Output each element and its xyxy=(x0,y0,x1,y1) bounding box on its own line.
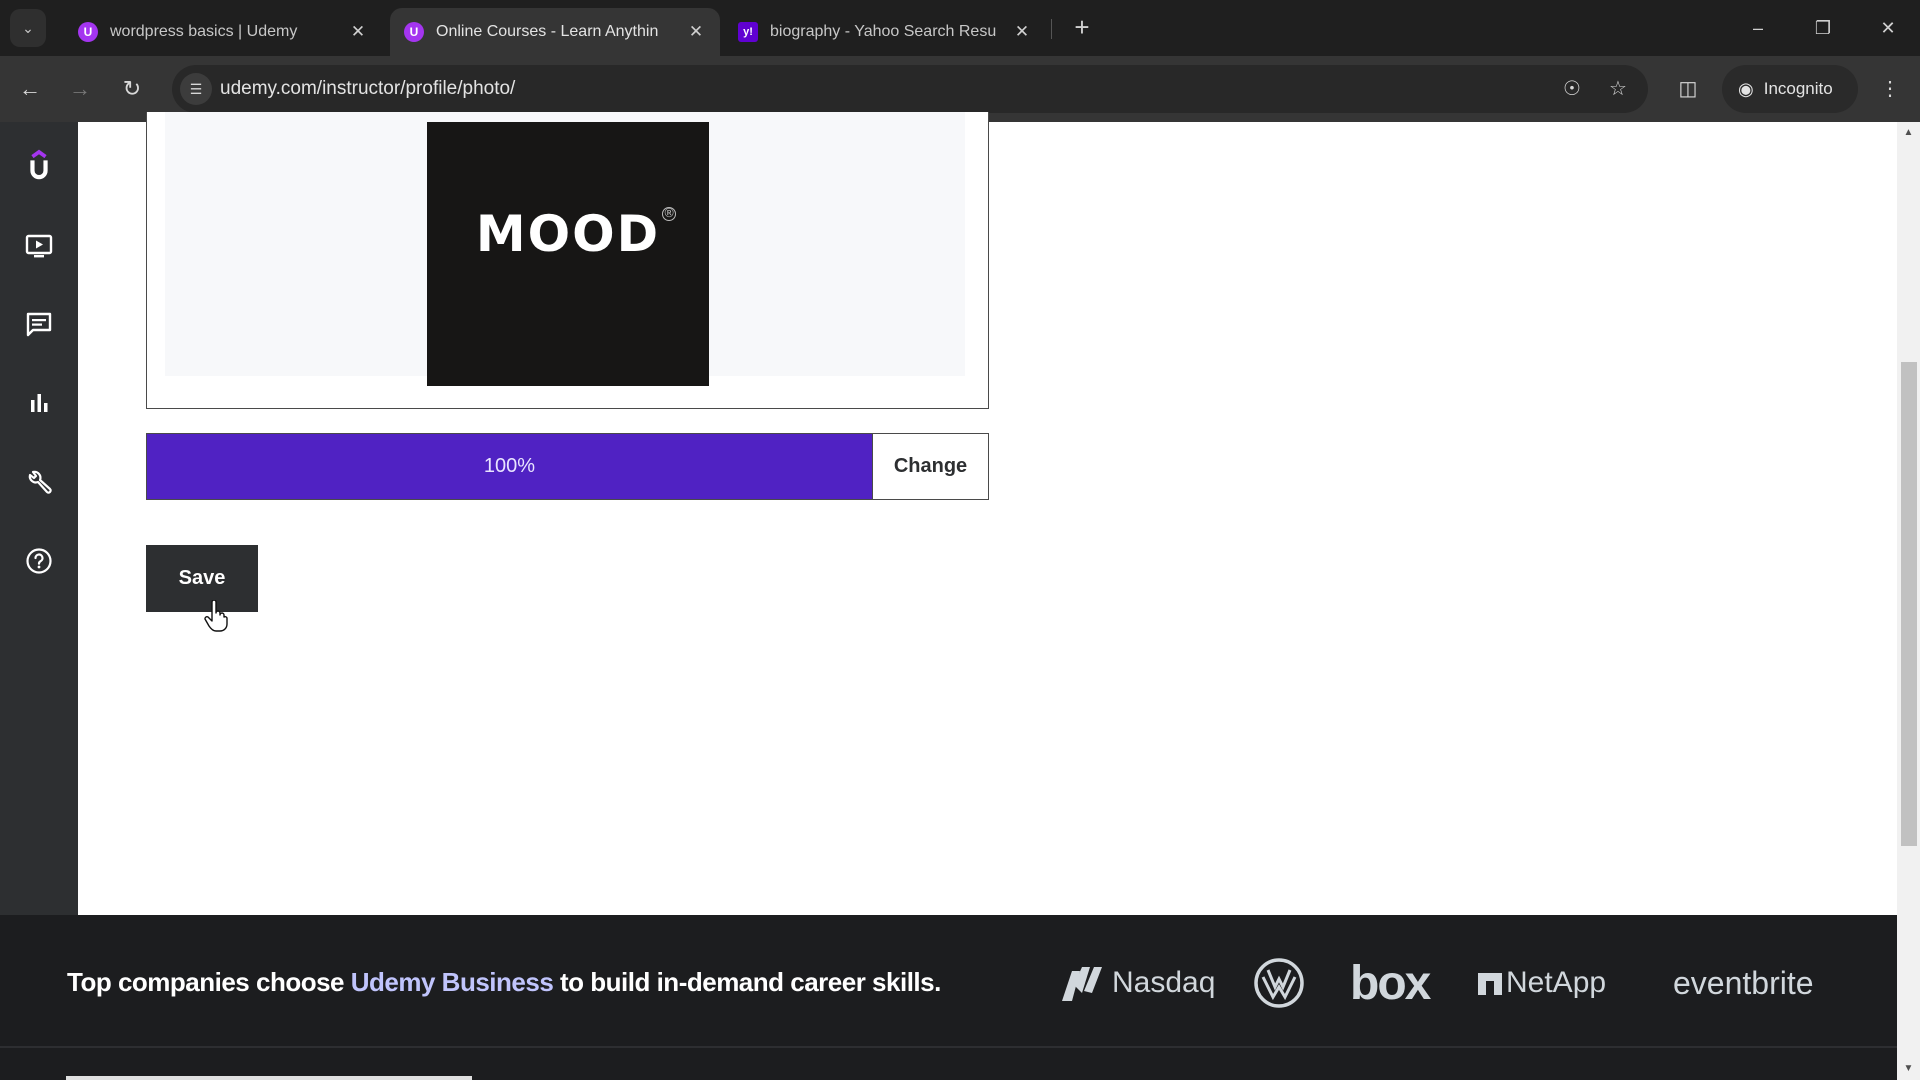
instructor-sidebar xyxy=(0,122,78,915)
footer-bottom-bar xyxy=(66,1076,472,1080)
footer-divider xyxy=(0,1046,1897,1048)
restore-button[interactable]: ❐ xyxy=(1805,12,1841,44)
help-circle-icon xyxy=(26,548,52,574)
tv-play-icon xyxy=(25,234,53,258)
site-settings-button[interactable]: ☰ xyxy=(180,73,212,105)
tab-separator xyxy=(1051,19,1052,39)
eye-off-icon: ☉ xyxy=(1563,78,1581,100)
close-tab-icon[interactable]: ✕ xyxy=(686,22,706,42)
browser-tab-wordpress-basics[interactable]: U wordpress basics | Udemy ✕ xyxy=(64,8,382,56)
address-bar[interactable]: ☰ udemy.com/instructor/profile/photo/ ☉ … xyxy=(172,65,1648,113)
close-tab-icon[interactable]: ✕ xyxy=(348,22,368,42)
chat-icon xyxy=(26,312,52,337)
browser-tab-online-courses[interactable]: U Online Courses - Learn Anythin ✕ xyxy=(390,8,720,56)
photo-crop-area[interactable]: MOOD ® xyxy=(165,112,965,386)
netapp-mark-icon xyxy=(1478,973,1502,995)
save-button[interactable]: Save xyxy=(146,545,258,612)
arrow-right-icon: → xyxy=(69,76,91,101)
more-vertical-icon: ⋮ xyxy=(1880,78,1900,100)
close-window-button[interactable]: ✕ xyxy=(1870,12,1906,44)
reload-button[interactable]: ↻ xyxy=(116,73,148,105)
photo-preview-frame: MOOD ® xyxy=(146,112,989,409)
scrollbar-thumb[interactable] xyxy=(1901,362,1917,846)
tab-title: wordpress basics | Udemy xyxy=(110,23,298,40)
chevron-down-icon: ⌄ xyxy=(22,19,34,36)
arrow-left-icon: ← xyxy=(19,76,41,101)
nasdaq-logo: Nasdaq xyxy=(1060,955,1215,1011)
wrench-icon xyxy=(28,470,52,494)
udemy-business-link[interactable]: Udemy Business xyxy=(351,967,554,997)
minimize-icon: – xyxy=(1752,18,1763,38)
side-panel-icon: ◫ xyxy=(1678,78,1698,100)
profile-photo-preview: MOOD ® xyxy=(427,122,709,386)
upload-progress-bar: 100% xyxy=(147,434,872,499)
scroll-up-arrow-icon[interactable]: ▲ xyxy=(1897,124,1920,142)
incognito-badge[interactable]: ◉ Incognito xyxy=(1722,65,1858,113)
eventbrite-logo: eventbrite xyxy=(1673,964,1814,1001)
footer-tagline: Top companies choose Udemy Business to b… xyxy=(67,967,941,997)
page-scrollbar[interactable]: ▲ ▼ xyxy=(1897,122,1920,1080)
bookmark-button[interactable]: ☆ xyxy=(1604,75,1632,103)
tracking-protection-button[interactable]: ☉ xyxy=(1558,75,1586,103)
restore-icon: ❐ xyxy=(1814,18,1832,38)
tab-title: biography - Yahoo Search Resu xyxy=(770,23,997,40)
nasdaq-mark-icon xyxy=(1062,967,1102,1001)
sidebar-item-communication[interactable] xyxy=(18,303,60,345)
bar-chart-icon xyxy=(31,394,48,412)
side-panel-button[interactable]: ◫ xyxy=(1672,73,1704,105)
sidebar-item-performance[interactable] xyxy=(18,382,60,424)
udemy-icon: U xyxy=(78,22,98,42)
yahoo-icon: y! xyxy=(738,22,758,42)
url-text[interactable]: udemy.com/instructor/profile/photo/ xyxy=(220,78,515,100)
browser-tab-biography-yahoo[interactable]: y! biography - Yahoo Search Resu ✕ xyxy=(724,8,1046,56)
registered-mark: ® xyxy=(662,206,677,221)
sidebar-item-resources[interactable] xyxy=(18,540,60,582)
minimize-button[interactable]: – xyxy=(1740,12,1776,44)
tab-search-button[interactable]: ⌄ xyxy=(10,9,46,47)
udemy-logo-icon xyxy=(30,149,48,180)
forward-button[interactable]: → xyxy=(64,73,96,105)
incognito-label: Incognito xyxy=(1763,79,1833,98)
sidebar-udemy-logo[interactable] xyxy=(18,144,60,186)
business-footer: Top companies choose Udemy Business to b… xyxy=(0,915,1897,1080)
back-button[interactable]: ← xyxy=(14,73,46,105)
browser-tab-strip: ⌄ U wordpress basics | Udemy ✕ U Online … xyxy=(0,0,1920,56)
hand-pointer-cursor-icon xyxy=(204,600,228,632)
tab-title: Online Courses - Learn Anythin xyxy=(436,23,659,40)
plus-icon: + xyxy=(1074,12,1090,42)
photo-logo-text: MOOD ® xyxy=(475,205,677,263)
reload-icon: ↻ xyxy=(122,76,142,101)
tune-icon: ☰ xyxy=(189,81,203,97)
volkswagen-icon xyxy=(1254,958,1304,1008)
browser-menu-button[interactable]: ⋮ xyxy=(1874,73,1906,105)
box-logo: box xyxy=(1350,956,1431,1010)
upload-progress-label: 100% xyxy=(483,455,536,477)
netapp-logo: NetApp xyxy=(1478,955,1606,1011)
close-tab-icon[interactable]: ✕ xyxy=(1012,22,1032,42)
udemy-icon: U xyxy=(404,22,424,42)
scroll-down-arrow-icon[interactable]: ▼ xyxy=(1897,1060,1920,1078)
incognito-icon: ◉ xyxy=(1738,78,1754,99)
new-tab-button[interactable]: + xyxy=(1068,14,1096,42)
main-content: MOOD ® 100% Change Save xyxy=(78,112,1897,915)
sidebar-item-tools[interactable] xyxy=(18,461,60,503)
volkswagen-logo xyxy=(1253,955,1305,1011)
upload-row: 100% Change xyxy=(146,433,989,500)
star-icon: ☆ xyxy=(1609,78,1627,100)
close-icon: ✕ xyxy=(1880,18,1896,38)
change-photo-button[interactable]: Change xyxy=(872,434,988,499)
sidebar-item-courses[interactable] xyxy=(18,225,60,267)
